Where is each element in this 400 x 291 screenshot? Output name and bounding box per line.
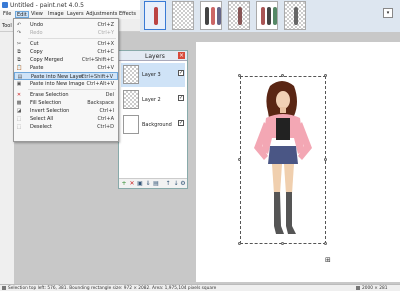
- selection-handle[interactable]: [324, 242, 327, 245]
- selection-icon: [2, 286, 6, 290]
- menu-item-select-all[interactable]: ⬚ Select All Ctrl+A: [14, 115, 118, 123]
- copy-merged-icon: ⧉: [17, 57, 21, 63]
- menu-file[interactable]: File: [2, 11, 12, 18]
- image-thumbnail[interactable]: [228, 1, 250, 30]
- menu-effects[interactable]: Effects: [118, 11, 137, 18]
- menu-item-paste-into-new-layer[interactable]: ▤ Paste into New Layer Ctrl+Shift+V: [14, 72, 118, 80]
- app-icon: [2, 2, 8, 8]
- deselect-icon: ⬚: [16, 124, 22, 130]
- layers-panel-header[interactable]: Layers ×: [119, 51, 187, 61]
- menu-separator: [28, 38, 116, 39]
- layer-visibility-checkbox[interactable]: ✓: [178, 120, 184, 126]
- layer-name: Background: [142, 122, 172, 128]
- duplicate-layer-icon[interactable]: ▣: [137, 181, 143, 187]
- tools-strip: [0, 32, 14, 284]
- menu-item-copy-merged[interactable]: ⧉ Copy Merged Ctrl+Shift+C: [14, 56, 118, 64]
- add-layer-icon[interactable]: +: [121, 181, 127, 187]
- layer-settings-icon[interactable]: ⚙: [180, 181, 186, 187]
- layer-thumbnail: [123, 65, 139, 84]
- layers-panel-title: Layers: [145, 53, 165, 60]
- layers-panel: Layers × Layer 3 ✓ Layer 2 ✓ Background …: [118, 50, 188, 189]
- paste-icon: 📋: [16, 65, 23, 71]
- layer-properties-icon[interactable]: ▤: [153, 181, 159, 187]
- menu-item-deselect[interactable]: ⬚ Deselect Ctrl+D: [14, 123, 118, 131]
- image-size-icon: [356, 286, 360, 290]
- selection-handle[interactable]: [238, 242, 241, 245]
- image-thumbnail[interactable]: [172, 1, 194, 30]
- layer-thumbnail: [123, 90, 139, 109]
- status-bar: Selection top left: 576, 381. Bounding r…: [0, 284, 400, 291]
- move-selection-icon[interactable]: ⊞: [325, 257, 332, 264]
- menu-item-undo[interactable]: ↶ Undo Ctrl+Z: [14, 21, 118, 29]
- fill-selection-icon: ▩: [16, 100, 22, 106]
- close-icon[interactable]: ×: [178, 52, 185, 59]
- selection-handle[interactable]: [281, 242, 284, 245]
- menu-adjustments[interactable]: Adjustments: [85, 11, 118, 18]
- selection-handle[interactable]: [281, 74, 284, 77]
- menu-item-fill-selection[interactable]: ▩ Fill Selection Backspace: [14, 99, 118, 107]
- undo-icon: ↶: [16, 22, 22, 28]
- layer-row[interactable]: Layer 3 ✓: [121, 63, 185, 87]
- layer-name: Layer 3: [142, 72, 161, 78]
- menu-item-paste[interactable]: 📋 Paste Ctrl+V: [14, 64, 118, 72]
- delete-layer-icon[interactable]: ✕: [129, 181, 135, 187]
- menu-item-cut[interactable]: ✂ Cut Ctrl+X: [14, 40, 118, 48]
- menu-image[interactable]: Image: [47, 11, 65, 18]
- image-thumbnail[interactable]: [256, 1, 278, 30]
- menu-item-paste-into-new-image[interactable]: ▣ Paste into New Image Ctrl+Alt+V: [14, 80, 118, 88]
- selection-handle[interactable]: [238, 74, 241, 77]
- menu-separator: [28, 89, 116, 90]
- image-thumbnail-strip: [140, 0, 400, 32]
- merge-layer-icon[interactable]: ⇓: [145, 181, 151, 187]
- menu-view[interactable]: View: [30, 11, 44, 18]
- menu-item-copy[interactable]: ⧉ Copy Ctrl+C: [14, 48, 118, 56]
- menu-item-redo[interactable]: ↷ Redo Ctrl+Y: [14, 29, 118, 37]
- selection-handle[interactable]: [324, 158, 327, 161]
- tools-label[interactable]: Tool: [2, 23, 12, 29]
- edit-menu: ↶ Undo Ctrl+Z ↷ Redo Ctrl+Y ✂ Cut Ctrl+X…: [13, 18, 119, 142]
- move-layer-down-icon[interactable]: ↓: [173, 181, 179, 187]
- layer-row[interactable]: Background ✓: [121, 113, 185, 137]
- menu-edit[interactable]: Edit: [15, 11, 29, 18]
- erase-selection-icon: ✕: [16, 92, 22, 98]
- window-title: Untitled - paint.net 4.0.5: [10, 2, 84, 9]
- selection-rectangle[interactable]: [240, 76, 326, 244]
- selection-handle[interactable]: [238, 158, 241, 161]
- image-size-text: 2000 × 281: [362, 286, 388, 291]
- image-thumbnail[interactable]: [284, 1, 306, 30]
- layers-toolbar: + ✕ ▣ ⇓ ▤ ↑ ↓ ⚙: [119, 178, 187, 188]
- move-layer-up-icon[interactable]: ↑: [165, 181, 171, 187]
- invert-selection-icon: ◪: [16, 108, 22, 114]
- layer-visibility-checkbox[interactable]: ✓: [178, 70, 184, 76]
- menu-item-invert-selection[interactable]: ◪ Invert Selection Ctrl+I: [14, 107, 118, 115]
- paste-new-image-icon: ▣: [16, 81, 22, 87]
- status-text: Selection top left: 576, 381. Bounding r…: [8, 286, 217, 291]
- select-all-icon: ⬚: [16, 116, 22, 122]
- chevron-down-icon[interactable]: ▾: [383, 8, 393, 18]
- selection-handle[interactable]: [324, 74, 327, 77]
- layer-thumbnail: [123, 115, 139, 134]
- image-thumbnail[interactable]: [200, 1, 222, 30]
- redo-icon: ↷: [16, 30, 22, 36]
- layer-row[interactable]: Layer 2 ✓: [121, 88, 185, 112]
- image-thumbnail[interactable]: [144, 1, 166, 30]
- cut-icon: ✂: [16, 41, 22, 47]
- layer-visibility-checkbox[interactable]: ✓: [178, 95, 184, 101]
- layer-name: Layer 2: [142, 97, 161, 103]
- menu-item-erase-selection[interactable]: ✕ Erase Selection Del: [14, 91, 118, 99]
- menu-layers[interactable]: Layers: [66, 11, 85, 18]
- copy-icon: ⧉: [17, 49, 21, 55]
